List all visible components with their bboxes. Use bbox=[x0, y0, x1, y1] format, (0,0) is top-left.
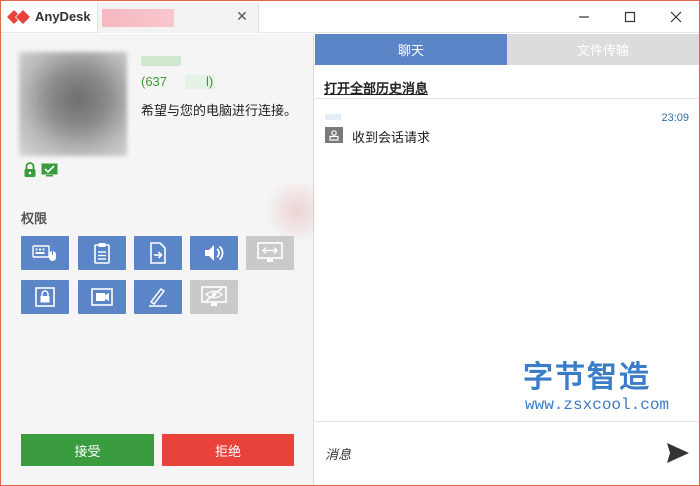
watermark-url: www.zsxcool.com bbox=[525, 396, 670, 414]
app-title: AnyDesk bbox=[35, 9, 91, 24]
keyboard-mouse-icon bbox=[32, 245, 56, 261]
anydesk-window: AnyDesk ✕ (637 l) 希望与您的电脑进行连接。 权限 接受 拒绝 … bbox=[0, 0, 700, 486]
permissions-title: 权限 bbox=[21, 212, 48, 227]
request-message: 希望与您的电脑进行连接。 bbox=[141, 104, 298, 119]
file-transfer-icon bbox=[150, 242, 166, 264]
permission-lock-screen-button[interactable] bbox=[21, 280, 69, 314]
minimize-icon bbox=[579, 16, 589, 18]
lock-icon bbox=[24, 162, 36, 177]
message-input[interactable] bbox=[325, 442, 645, 468]
incoming-request-panel: (637 l) 希望与您的电脑进行连接。 权限 接受 拒绝 bbox=[1, 34, 333, 485]
chat-panel: 聊天 文件传输 打开全部历史消息 23:09 收到会话请求 字节智造 www.z… bbox=[315, 34, 699, 485]
clipboard-icon bbox=[94, 243, 110, 264]
anydesk-logo-icon bbox=[7, 10, 30, 24]
permission-privacy-mode-button[interactable] bbox=[190, 280, 238, 314]
close-window-button[interactable] bbox=[653, 1, 699, 33]
input-divider bbox=[315, 421, 699, 422]
send-icon bbox=[667, 443, 689, 463]
permission-clipboard-button[interactable] bbox=[78, 236, 126, 270]
tab-name-redacted bbox=[102, 9, 174, 27]
privacy-mode-icon bbox=[201, 286, 227, 306]
screen-check-icon bbox=[41, 163, 58, 177]
permission-file-transfer-button[interactable] bbox=[134, 236, 182, 270]
session-request-icon bbox=[325, 127, 343, 143]
sound-icon bbox=[205, 245, 224, 261]
message-sender-redacted bbox=[325, 114, 341, 120]
avatar bbox=[19, 52, 127, 156]
send-button[interactable] bbox=[665, 440, 691, 466]
caller-id: (637 bbox=[141, 74, 168, 89]
tab-file-transfer[interactable]: 文件传输 bbox=[507, 34, 699, 65]
draw-pen-icon bbox=[149, 287, 167, 307]
session-tab[interactable]: ✕ bbox=[97, 3, 259, 33]
record-session-icon bbox=[91, 288, 113, 306]
maximize-icon bbox=[624, 11, 636, 23]
minimize-button[interactable] bbox=[561, 1, 607, 33]
permission-screen-control-button[interactable] bbox=[246, 236, 294, 270]
message-time: 23:09 bbox=[661, 112, 689, 124]
title-bar: AnyDesk ✕ bbox=[1, 1, 699, 33]
reject-button[interactable]: 拒绝 bbox=[162, 434, 294, 466]
accept-button[interactable]: 接受 bbox=[21, 434, 154, 466]
watermark-logo: 字节智造 bbox=[523, 360, 651, 395]
screen-control-icon bbox=[257, 242, 283, 262]
permission-sound-button[interactable] bbox=[190, 236, 238, 270]
message-text: 收到会话请求 bbox=[352, 131, 431, 146]
caller-name-redacted bbox=[141, 56, 181, 66]
permission-record-session-button[interactable] bbox=[78, 280, 126, 314]
lock-screen-icon bbox=[35, 287, 55, 307]
permission-keyboard-mouse-button[interactable] bbox=[21, 236, 69, 270]
tab-close-icon[interactable]: ✕ bbox=[234, 9, 250, 25]
caller-id-suffix: l) bbox=[206, 74, 214, 89]
close-icon bbox=[670, 11, 682, 23]
open-history-link[interactable]: 打开全部历史消息 bbox=[324, 78, 428, 97]
maximize-button[interactable] bbox=[607, 1, 653, 33]
tab-chat[interactable]: 聊天 bbox=[315, 34, 507, 65]
permission-draw-button[interactable] bbox=[134, 280, 182, 314]
divider bbox=[315, 98, 699, 99]
